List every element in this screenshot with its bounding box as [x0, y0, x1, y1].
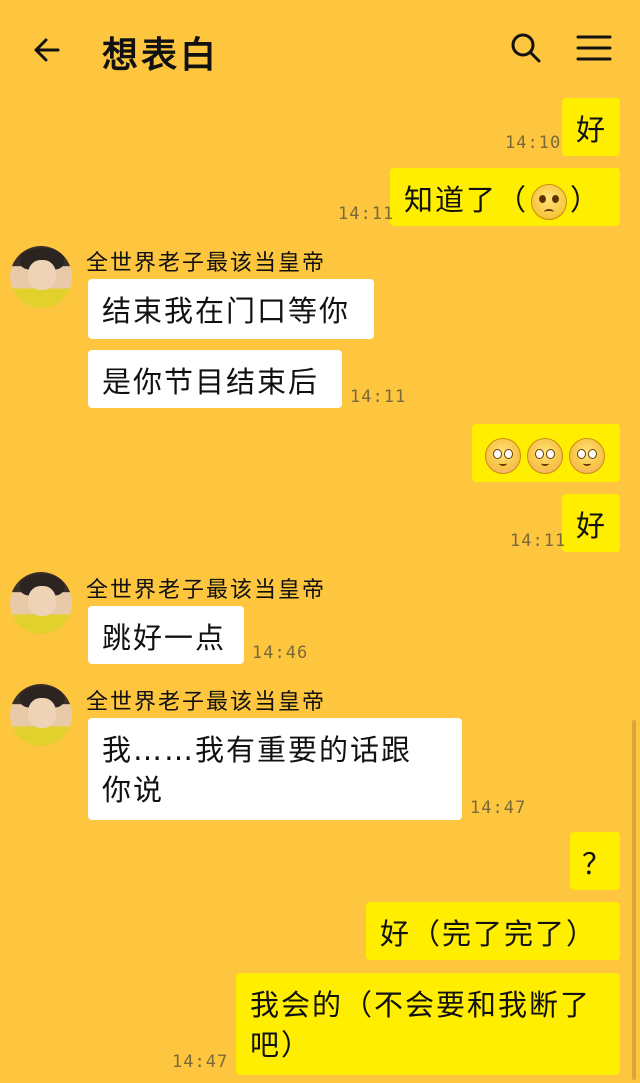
message-text: 好（完了完了）: [380, 917, 598, 951]
avatar[interactable]: [10, 572, 72, 634]
flushed-face-icon: [485, 438, 521, 474]
message-bubble-outgoing[interactable]: 我会的（不会要和我断了 吧）: [236, 973, 620, 1075]
menu-icon[interactable]: [574, 28, 614, 68]
message-text-end: ）: [570, 183, 602, 217]
message-bubble-incoming[interactable]: 我……我有重要的话跟 你说: [88, 718, 462, 820]
message-bubble-outgoing[interactable]: 好: [562, 98, 620, 156]
message-time: 14:47: [172, 1052, 229, 1072]
message-text-line: 你说: [102, 773, 165, 807]
message-text: 结束我在门口等你: [102, 294, 351, 328]
message-text: 跳好一点: [102, 621, 227, 655]
back-arrow-icon[interactable]: [28, 30, 68, 70]
flushed-face-icon: [527, 438, 563, 474]
message-text: 好: [576, 113, 608, 147]
message-bubble-incoming[interactable]: 跳好一点: [88, 606, 244, 664]
message-text: ？: [582, 847, 614, 881]
message-text-line: 我会的（不会要和我断了: [250, 988, 592, 1022]
message-bubble-outgoing[interactable]: 好: [562, 494, 620, 552]
message-bubble-outgoing[interactable]: 知道了（ ）: [390, 168, 620, 226]
avatar[interactable]: [10, 684, 72, 746]
message-text: 是你节目结束后: [102, 365, 320, 399]
message-text: 知道了（: [404, 183, 529, 217]
sender-name: 全世界老子最该当皇帝: [86, 690, 327, 715]
search-icon[interactable]: [506, 28, 546, 68]
message-text-line: 我……我有重要的话跟: [102, 733, 413, 767]
chat-header: 想表白: [0, 0, 640, 98]
message-time: 14:11: [510, 531, 567, 551]
message-text: 好: [576, 509, 608, 543]
frowning-face-icon: [531, 184, 568, 220]
chat-title: 想表白: [102, 34, 220, 76]
flushed-face-icon: [569, 438, 605, 474]
message-time: 14:47: [470, 798, 527, 818]
message-time: 14:11: [338, 204, 395, 224]
sender-name: 全世界老子最该当皇帝: [86, 251, 327, 276]
message-time: 14:11: [350, 387, 407, 407]
scrollbar[interactable]: [632, 720, 636, 1080]
sender-name: 全世界老子最该当皇帝: [86, 578, 327, 603]
message-bubble-outgoing[interactable]: ？: [570, 832, 620, 890]
message-bubble-incoming[interactable]: 结束我在门口等你: [88, 279, 374, 339]
message-bubble-incoming[interactable]: 是你节目结束后: [88, 350, 342, 408]
message-time: 14:10: [505, 133, 562, 153]
message-bubble-outgoing[interactable]: 好（完了完了）: [366, 902, 620, 960]
message-text-line: 吧）: [250, 1028, 313, 1062]
message-time: 14:46: [252, 643, 309, 663]
avatar[interactable]: [10, 246, 72, 308]
message-bubble-outgoing[interactable]: [472, 424, 620, 482]
